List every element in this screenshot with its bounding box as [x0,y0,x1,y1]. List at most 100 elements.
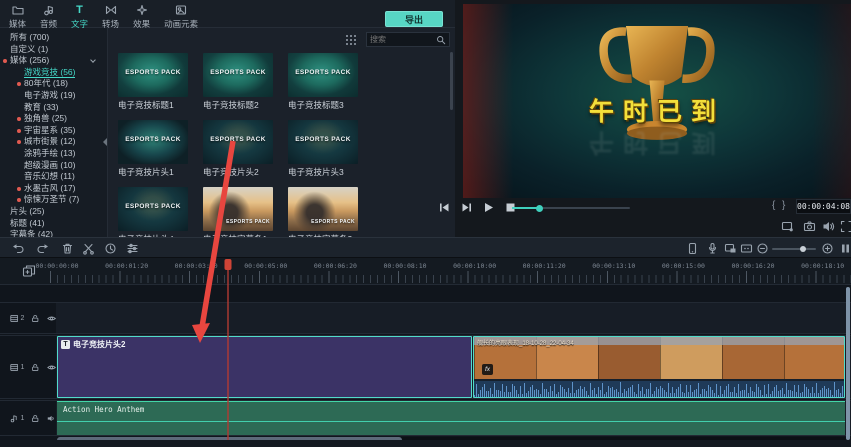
sidebar-item[interactable]: 游戏竞技 (56) [0,67,107,79]
track-manager-icon[interactable] [22,264,36,278]
ruler-tick-label: 00:00:11:20 [523,262,566,270]
library-item: ESPORTS PACK电子竞技片头4 [118,187,188,237]
timeline-video-clip[interactable]: 舰长的亮眼表现_18-10-28_22-04-34 fx [473,336,845,398]
library-thumbnail[interactable]: ESPORTS PACK [118,187,188,231]
sidebar-item[interactable]: 宇宙星系 (35) [0,125,107,137]
video-track-icon [10,362,18,373]
marker-icon[interactable] [740,242,753,255]
library-thumbnail[interactable]: ESPORTS PACK [203,120,273,164]
tab-media[interactable]: 媒体 [2,0,33,30]
sidebar-item[interactable]: 媒体 (256) [0,55,107,67]
sidebar-item[interactable]: 自定义 (1) [0,44,107,56]
lock-icon[interactable] [31,313,39,324]
adjust-sliders-icon[interactable] [126,242,139,255]
split-screen-icon[interactable] [724,242,737,255]
video-track-2[interactable]: 2 [0,302,851,334]
timeline-zoom-knob[interactable] [800,246,806,252]
library-thumbnail[interactable]: ESPORTS PACK [288,53,358,97]
sidebar-item[interactable]: 片头 (25) [0,206,107,218]
ruler-tick-label: 00:00:16:20 [731,262,774,270]
new-badge-dot [17,117,21,121]
fit-timeline-icon[interactable] [839,242,851,255]
ruler-tick-label: 00:00:01:20 [105,262,148,270]
next-frame-button[interactable] [460,201,473,214]
sidebar-item[interactable]: 城市街景 (12) [0,136,107,148]
prev-frame-button[interactable] [438,201,451,214]
tab-effects[interactable]: 效果 [126,0,157,30]
speaker-icon[interactable] [822,220,835,233]
sidebar-item[interactable]: 超级漫画 (10) [0,160,107,172]
library-thumbnail[interactable]: ESPORTS PACK [288,120,358,164]
audio-clip-label: Action Hero Anthem [63,405,144,414]
phone-record-icon[interactable] [686,242,699,255]
sidebar-collapse-arrow-icon[interactable] [103,138,107,146]
chevron-down-icon[interactable] [90,57,96,63]
sidebar-item[interactable]: 80年代 (18) [0,78,107,90]
redo-icon[interactable] [36,242,49,255]
audio-volume-envelope[interactable] [57,421,845,422]
fullscreen-icon[interactable] [840,220,851,233]
lock-icon[interactable] [31,413,39,424]
library-thumbnail[interactable]: ESPORTS PACK [203,187,273,231]
snapshot-camera-icon[interactable] [803,220,816,233]
lock-icon[interactable] [31,362,39,373]
library-scrollbar[interactable] [450,52,453,110]
library-thumbnail[interactable]: ESPORTS PACK [118,120,188,164]
tab-elements[interactable]: 动画元素 [157,0,205,30]
thumbnail-caption: 电子竞技片头3 [288,166,358,178]
search-icon[interactable] [436,35,446,45]
sidebar-item[interactable]: 教育 (33) [0,102,107,114]
ruler-tick-label: 00:00:03:10 [175,262,218,270]
transition-icon [105,4,117,16]
sidebar-item[interactable]: 字幕条 (42) [0,229,107,237]
timeline-zoom-slider[interactable] [772,248,816,250]
microphone-icon[interactable] [706,242,719,255]
library-item: ESPORTS PACK电子竞技标题3 [288,53,358,111]
mark-out-icon[interactable]: } [782,200,785,211]
library-thumbnail[interactable]: ESPORTS PACK [203,53,273,97]
dual-display-icon[interactable] [781,220,794,233]
thumbnail-overlay-text: ESPORTS PACK [288,69,358,76]
speed-clock-icon[interactable] [104,242,117,255]
timeline-text-clip[interactable]: T 电子竞技片头2 [57,336,472,398]
library-thumbnail[interactable]: ESPORTS PACK [288,187,358,231]
ruler-tick-label: 00:00:00:00 [35,262,78,270]
library-thumbnail[interactable]: ESPORTS PACK [118,53,188,97]
sidebar-item[interactable]: 音乐幻想 (11) [0,171,107,183]
sidebar-item[interactable]: 惊悚万圣节 (7) [0,194,107,206]
tab-audio[interactable]: 音频 [33,0,64,30]
mark-in-icon[interactable]: { [772,200,775,211]
play-button[interactable] [482,201,495,214]
sidebar-item-label: 城市街景 (12) [24,136,75,146]
tab-transitions[interactable]: 转场 [95,0,126,30]
tab-text[interactable]: T 文字 [64,0,95,30]
seek-slider[interactable] [512,207,630,209]
trash-icon[interactable] [61,242,74,255]
thumbnail-overlay-text: ESPORTS PACK [203,69,273,76]
preview-title-reflection: 午时已到 [463,126,851,162]
timeline-ruler[interactable]: 00:00:00:0000:00:01:2000:00:03:1000:00:0… [0,258,851,285]
thumbnail-overlay-text: ESPORTS PACK [226,219,270,225]
undo-icon[interactable] [12,242,25,255]
seek-slider-knob[interactable] [536,205,543,212]
speaker-icon[interactable] [47,413,56,424]
sidebar-item[interactable]: 水墨古风 (17) [0,183,107,195]
timeline-vscroll-thumb[interactable] [846,287,851,440]
ruler-tick-label: 00:00:10:00 [453,262,496,270]
sidebar-item-label: 惊悚万圣节 (7) [24,194,79,204]
sidebar-item[interactable]: 所有 (700) [0,32,107,44]
search-input[interactable] [367,35,436,44]
eye-icon[interactable] [47,313,56,324]
timeline-audio-clip[interactable]: Action Hero Anthem [57,401,845,435]
scissors-cut-icon[interactable] [82,242,95,255]
sidebar-item[interactable]: 电子游戏 (19) [0,90,107,102]
zoom-in-icon[interactable] [821,242,834,255]
zoom-out-icon[interactable] [756,242,769,255]
sidebar-item[interactable]: 涂鸦手绘 (13) [0,148,107,160]
grid-view-icon[interactable] [345,34,357,46]
sidebar-item[interactable]: 标题 (41) [0,218,107,230]
sidebar-item-label: 所有 (700) [10,32,49,42]
sidebar-item[interactable]: 独角兽 (25) [0,113,107,125]
export-button[interactable]: 导出 [385,11,443,27]
eye-icon[interactable] [47,362,56,373]
